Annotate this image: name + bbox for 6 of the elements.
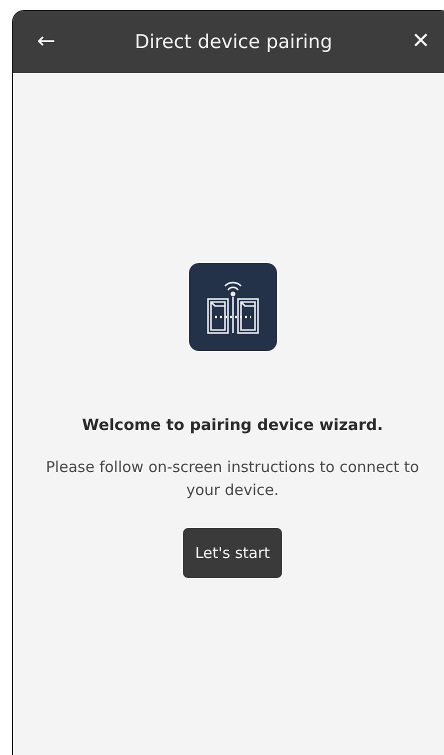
dialog-title: Direct device pairing [134, 31, 334, 53]
start-button[interactable]: Let's start [183, 528, 282, 578]
back-button[interactable]: ← [33, 31, 60, 53]
close-button[interactable]: ✕ [408, 31, 434, 53]
welcome-heading: Welcome to pairing device wizard. [82, 416, 383, 434]
instructions-text: Please follow on-screen instructions to connect to your device. [44, 457, 420, 501]
